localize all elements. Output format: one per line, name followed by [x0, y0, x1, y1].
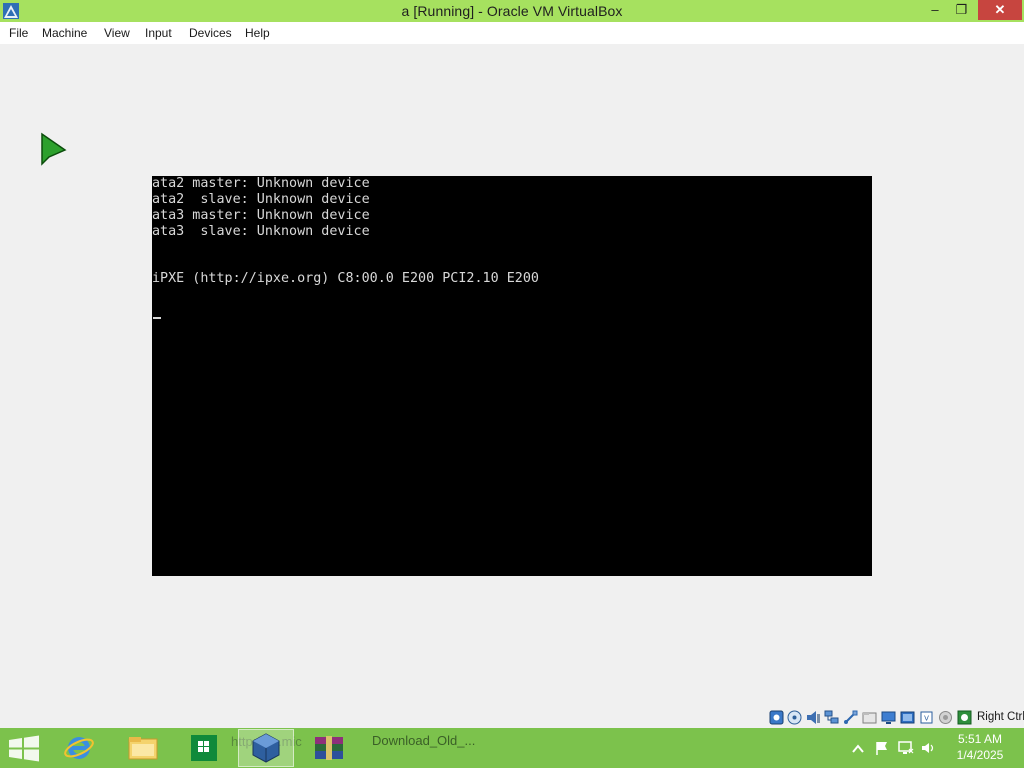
host-key-label[interactable]: Right Ctrl — [977, 711, 1024, 723]
clock-date: 1/4/2025 — [956, 748, 1004, 762]
close-button[interactable]: ✕ — [978, 0, 1022, 20]
clock-time: 5:51 AM — [957, 732, 1003, 746]
usb-icon[interactable] — [843, 710, 858, 725]
text-cursor — [153, 317, 161, 319]
network-tray-icon[interactable] — [898, 740, 914, 756]
vm-console-display[interactable]: ata2 master: Unknown device ata2 slave: … — [152, 176, 872, 576]
console-line: ata2 slave: Unknown device — [152, 192, 370, 207]
restore-button[interactable]: ❐ — [948, 0, 975, 20]
virtualbox-icon — [252, 733, 280, 763]
folder-icon — [128, 737, 158, 760]
console-line: ata3 master: Unknown device — [152, 208, 370, 223]
menu-devices[interactable]: Devices — [189, 26, 232, 40]
taskbar-internet-explorer[interactable] — [52, 729, 106, 767]
menu-input[interactable]: Input — [145, 26, 172, 40]
console-line: iPXE (http://ipxe.org) C8:00.0 E200 PCI2… — [152, 271, 539, 286]
svg-text:V: V — [924, 715, 929, 723]
mouse-pointer-icon — [41, 132, 67, 166]
volume-icon[interactable] — [921, 740, 937, 756]
window-title: a [Running] - Oracle VM VirtualBox — [401, 3, 623, 19]
hard-disk-icon[interactable] — [769, 710, 784, 725]
console-line: ata3 slave: Unknown device — [152, 224, 370, 239]
store-icon — [191, 735, 217, 761]
winrar-icon — [315, 736, 343, 760]
menu-file[interactable]: File — [9, 26, 28, 40]
taskbar: http://go.mic Download_Old_... — [0, 728, 1024, 768]
menu-help[interactable]: Help — [245, 26, 270, 40]
download-task-label[interactable]: Download_Old_... — [372, 733, 475, 748]
recording-icon[interactable] — [938, 710, 953, 725]
display-icon[interactable] — [881, 710, 896, 725]
network-icon[interactable] — [824, 710, 839, 725]
title-bar[interactable]: a [Running] - Oracle VM VirtualBox – ❐ ✕ — [0, 0, 1024, 22]
taskbar-winrar[interactable] — [300, 729, 358, 767]
desktop-screen: a [Running] - Oracle VM VirtualBox – ❐ ✕… — [0, 0, 1024, 768]
vm-status-bar: V Right Ctrl — [766, 708, 1024, 728]
keyboard-capture-icon[interactable] — [957, 710, 972, 725]
start-button-windows-icon[interactable] — [0, 728, 48, 768]
video-capture-icon[interactable] — [900, 710, 915, 725]
taskbar-store[interactable] — [178, 729, 230, 767]
shared-folders-icon[interactable] — [862, 710, 877, 725]
audio-icon[interactable] — [806, 710, 821, 725]
show-hidden-icon[interactable] — [850, 741, 866, 757]
menu-view[interactable]: View — [104, 26, 130, 40]
optical-drive-icon[interactable] — [787, 710, 802, 725]
console-line: ata2 master: Unknown device — [152, 176, 370, 191]
menu-machine[interactable]: Machine — [42, 26, 87, 40]
menu-bar: File Machine View Input Devices Help — [0, 22, 1024, 44]
cpu-icon[interactable]: V — [919, 710, 934, 725]
minimize-button[interactable]: – — [922, 0, 948, 20]
taskbar-file-explorer[interactable] — [114, 729, 172, 767]
taskbar-virtualbox[interactable] — [238, 729, 294, 767]
ie-icon — [64, 737, 94, 759]
taskbar-clock[interactable]: 5:51 AM 1/4/2025 — [944, 731, 1016, 763]
action-center-flag-icon[interactable] — [874, 740, 890, 756]
